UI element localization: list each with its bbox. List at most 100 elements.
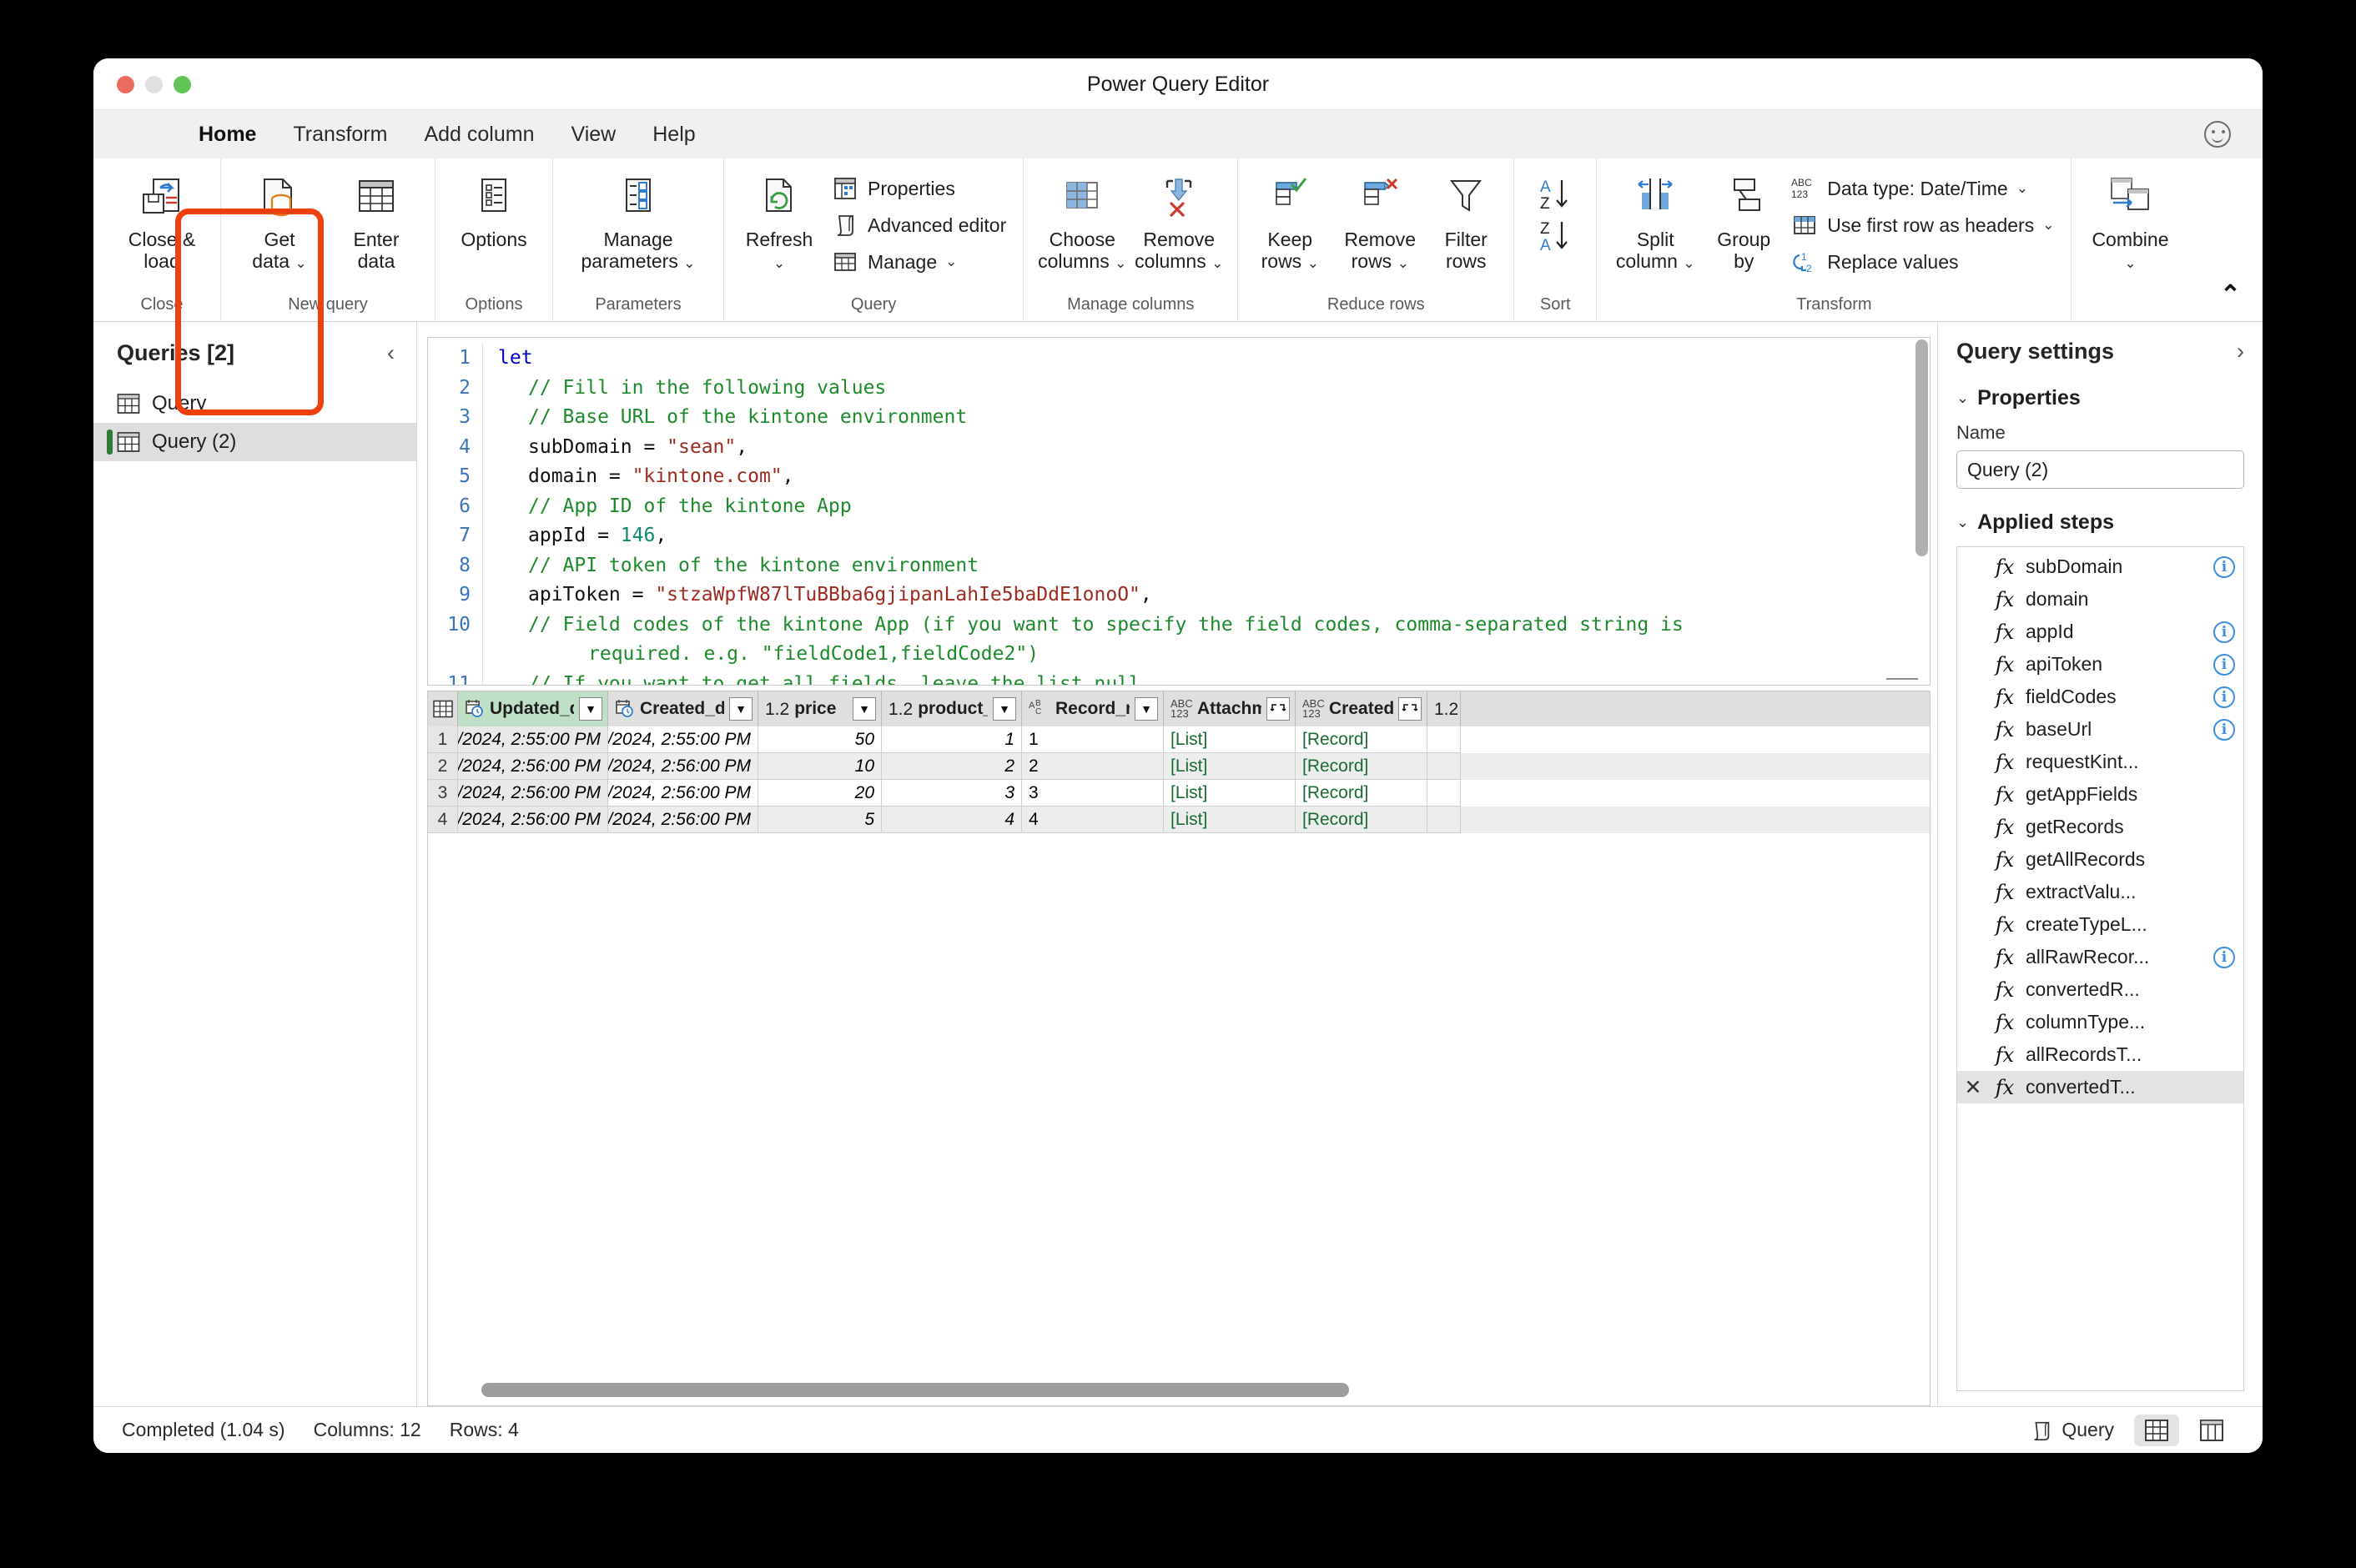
applied-step-item[interactable]: fx allRecordsT... xyxy=(1957,1038,2243,1071)
applied-step-item[interactable]: fx subDomain i xyxy=(1957,550,2243,583)
applied-steps-section-header[interactable]: ⌄ Applied steps xyxy=(1956,510,2244,535)
column-header[interactable]: 1.2 price ▼ xyxy=(758,691,882,726)
table-cell[interactable]: 2 xyxy=(1022,753,1164,780)
replace-values-button[interactable]: 1 2 Replace values xyxy=(1785,245,2059,279)
table-cell[interactable]: 8/5/2024, 2:56:00 PM xyxy=(458,753,608,780)
applied-step-item[interactable]: fx requestKint... xyxy=(1957,746,2243,778)
options-button[interactable]: Options xyxy=(447,165,541,255)
split-column-button[interactable]: Split column ⌄ xyxy=(1608,165,1702,277)
get-data-button[interactable]: Get data ⌄ xyxy=(233,165,326,277)
select-all-corner-button[interactable] xyxy=(428,691,458,726)
tab-view[interactable]: View xyxy=(552,116,634,153)
table-cell[interactable]: 10 xyxy=(758,753,882,780)
column-header[interactable]: ABC123Attachm... xyxy=(1164,691,1296,726)
applied-step-item[interactable]: fx columnType... xyxy=(1957,1006,2243,1038)
query-view-button[interactable]: Query xyxy=(2020,1415,2124,1446)
use-first-row-headers-button[interactable]: Use first row as headers ⌄ xyxy=(1785,209,2059,242)
table-cell[interactable]: [List] xyxy=(1164,807,1296,833)
expand-column-button[interactable] xyxy=(1398,697,1422,721)
properties-section-header[interactable]: ⌄ Properties xyxy=(1956,386,2244,410)
table-row[interactable]: 2 8/5/2024, 2:56:00 PM8/5/2024, 2:56:00 P… xyxy=(428,753,1930,780)
group-by-button[interactable]: Group by xyxy=(1705,165,1782,277)
refresh-button[interactable]: Refresh ⌄ xyxy=(736,165,823,277)
step-info-icon[interactable]: i xyxy=(2213,653,2235,676)
table-cell[interactable]: 8/5/2024, 2:56:00 PM xyxy=(458,807,608,833)
column-view-button[interactable] xyxy=(2189,1415,2234,1446)
query-list-item-query-2[interactable]: Query (2) xyxy=(93,423,416,461)
horizontal-scrollbar[interactable] xyxy=(481,1383,1349,1397)
table-row[interactable]: 1 8/5/2024, 2:55:00 PM8/5/2024, 2:55:00 P… xyxy=(428,726,1930,753)
table-cell[interactable]: 8/5/2024, 2:56:00 PM xyxy=(608,753,758,780)
table-cell[interactable]: 3 xyxy=(882,780,1022,807)
table-cell[interactable]: 8/5/2024, 2:55:00 PM xyxy=(458,726,608,753)
applied-step-item[interactable]: fx getRecords xyxy=(1957,811,2243,843)
tab-transform[interactable]: Transform xyxy=(274,116,405,153)
editor-resize-handle[interactable] xyxy=(1886,678,1918,680)
column-header[interactable]: 1.2product_id ▼ xyxy=(882,691,1022,726)
table-cell[interactable]: 8/5/2024, 2:56:00 PM xyxy=(608,780,758,807)
table-cell[interactable]: 1 xyxy=(1022,726,1164,753)
advanced-editor-button[interactable]: Advanced editor xyxy=(826,209,1011,242)
column-header[interactable]: 1.2 xyxy=(1427,691,1461,726)
close-and-load-button[interactable]: Close & load xyxy=(115,165,209,277)
column-header[interactable]: Updated_datet... ▼ xyxy=(458,691,608,726)
query-name-input[interactable]: Query (2) xyxy=(1956,450,2244,489)
column-filter-dropdown-button[interactable]: ▼ xyxy=(853,697,876,721)
applied-step-item[interactable]: fx apiToken i xyxy=(1957,648,2243,681)
combine-button[interactable]: Combine ⌄ xyxy=(2083,165,2177,277)
table-row[interactable]: 3 8/5/2024, 2:56:00 PM8/5/2024, 2:56:00 P… xyxy=(428,780,1930,807)
table-cell[interactable]: [Record] xyxy=(1296,807,1427,833)
applied-step-item[interactable]: fx appId i xyxy=(1957,616,2243,648)
table-cell[interactable]: 1 xyxy=(882,726,1022,753)
column-filter-dropdown-button[interactable]: ▼ xyxy=(993,697,1016,721)
table-cell[interactable]: 8/5/2024, 2:55:00 PM xyxy=(608,726,758,753)
column-header[interactable]: ABC123Created... xyxy=(1296,691,1427,726)
remove-rows-button[interactable]: Remove rows ⌄ xyxy=(1333,165,1427,277)
table-cell[interactable]: [Record] xyxy=(1296,780,1427,807)
enter-data-button[interactable]: Enter data xyxy=(330,165,423,277)
column-filter-dropdown-button[interactable]: ▼ xyxy=(729,697,753,721)
manage-button[interactable]: Manage ⌄ xyxy=(826,245,1011,279)
delete-step-icon[interactable]: ✕ xyxy=(1962,1075,1984,1100)
choose-columns-button[interactable]: Choose columns ⌄ xyxy=(1035,165,1129,277)
column-filter-dropdown-button[interactable]: ▼ xyxy=(1135,697,1158,721)
editor-vertical-scrollbar[interactable] xyxy=(1916,339,1928,556)
applied-step-item[interactable]: fx getAppFields xyxy=(1957,778,2243,811)
smiley-face-icon[interactable] xyxy=(2204,121,2231,148)
tab-home[interactable]: Home xyxy=(180,116,274,153)
applied-step-item[interactable]: fx domain xyxy=(1957,583,2243,616)
m-code-editor[interactable]: 1 let 2 // Fill in the following values 3 // … xyxy=(427,337,1931,686)
sort-buttons[interactable]: A Z Z A xyxy=(1526,165,1584,275)
collapse-left-chevron-icon[interactable]: ‹ xyxy=(387,340,395,366)
table-cell[interactable]: [List] xyxy=(1164,726,1296,753)
step-info-icon[interactable]: i xyxy=(2213,621,2235,643)
step-info-icon[interactable]: i xyxy=(2213,946,2235,968)
table-cell[interactable] xyxy=(1427,726,1461,753)
column-filter-dropdown-button[interactable]: ▼ xyxy=(579,697,602,721)
table-cell[interactable]: 3 xyxy=(1022,780,1164,807)
applied-step-item[interactable]: fx createTypeL... xyxy=(1957,908,2243,941)
table-cell[interactable]: [List] xyxy=(1164,753,1296,780)
column-header[interactable]: Created_datet... ▼ xyxy=(608,691,758,726)
step-info-icon[interactable]: i xyxy=(2213,555,2235,578)
table-cell[interactable] xyxy=(1427,753,1461,780)
table-cell[interactable]: [List] xyxy=(1164,780,1296,807)
table-cell[interactable]: 8/5/2024, 2:56:00 PM xyxy=(608,807,758,833)
table-cell[interactable]: 5 xyxy=(758,807,882,833)
expand-right-chevron-icon[interactable]: › xyxy=(2237,339,2244,364)
tab-add-column[interactable]: Add column xyxy=(405,116,552,153)
applied-step-item[interactable]: fx fieldCodes i xyxy=(1957,681,2243,713)
applied-step-item[interactable]: fx allRawRecor... i xyxy=(1957,941,2243,973)
table-cell[interactable]: 8/5/2024, 2:56:00 PM xyxy=(458,780,608,807)
applied-step-item[interactable]: fx baseUrl i xyxy=(1957,713,2243,746)
manage-parameters-button[interactable]: Manage parameters ⌄ xyxy=(565,165,712,277)
remove-columns-button[interactable]: Remove columns ⌄ xyxy=(1132,165,1226,277)
table-cell[interactable]: 4 xyxy=(882,807,1022,833)
table-cell[interactable] xyxy=(1427,780,1461,807)
column-header[interactable]: ABC Record_num... ▼ xyxy=(1022,691,1164,726)
table-cell[interactable]: 4 xyxy=(1022,807,1164,833)
tab-help[interactable]: Help xyxy=(634,116,713,153)
data-type-button[interactable]: ABC 123 Data type: Date/Time ⌄ xyxy=(1785,172,2059,205)
collapse-ribbon-chevron-icon[interactable]: ⌃ xyxy=(2220,280,2241,309)
query-list-item-query[interactable]: Query xyxy=(93,384,416,423)
